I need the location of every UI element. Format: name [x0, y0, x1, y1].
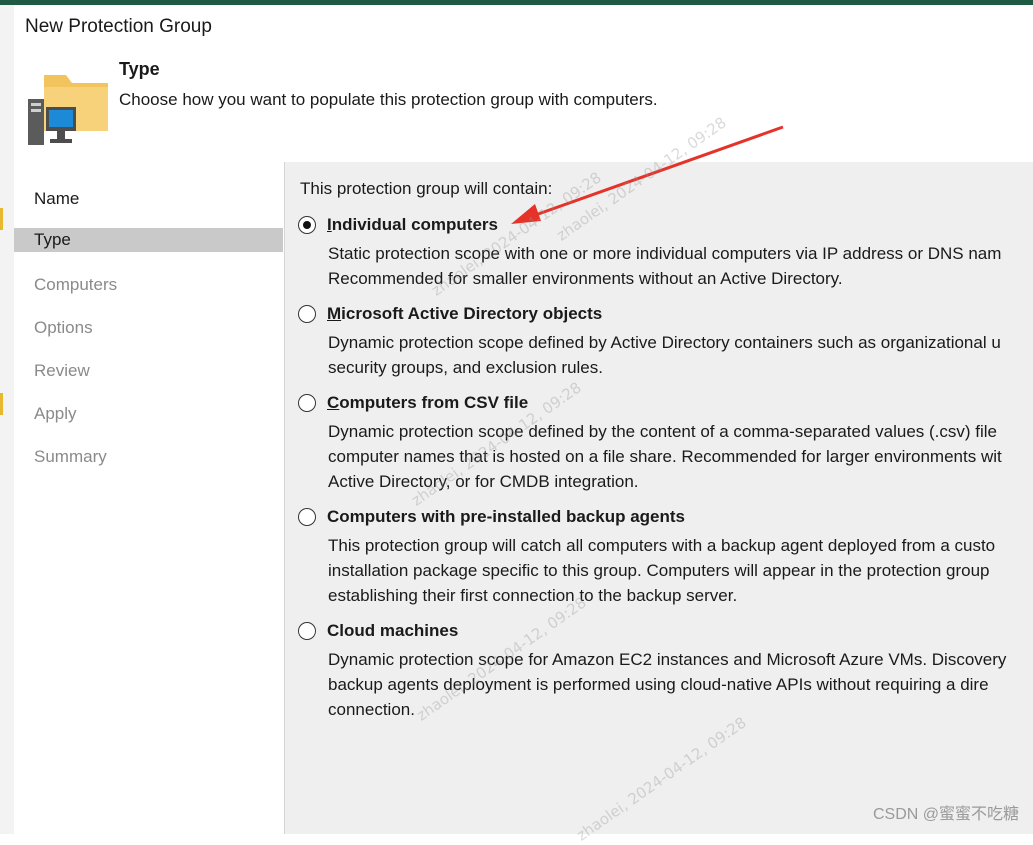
window-title: New Protection Group: [25, 16, 212, 37]
desc-line: security groups, and exclusion rules.: [328, 358, 603, 377]
radio-button[interactable]: [298, 508, 316, 526]
radio-button[interactable]: [298, 305, 316, 323]
nav-step-review: Review: [34, 361, 90, 380]
option-description: Dynamic protection scope for Amazon EC2 …: [328, 647, 1006, 722]
option-title[interactable]: Microsoft Active Directory objects: [327, 304, 602, 324]
option-description: This protection group will catch all com…: [328, 533, 995, 608]
new-protection-group-wizard: New Protection Group Type Choose how you…: [14, 5, 1033, 834]
desc-line: Active Directory, or for CMDB integratio…: [328, 472, 639, 491]
option-description: Dynamic protection scope defined by the …: [328, 419, 1002, 494]
computer-folder-icon: [28, 75, 108, 145]
option-description: Dynamic protection scope defined by Acti…: [328, 330, 1001, 380]
desc-line: computer names that is hosted on a file …: [328, 447, 1002, 466]
option-description: Static protection scope with one or more…: [328, 241, 1001, 291]
desc-line: installation package specific to this gr…: [328, 561, 990, 580]
nav-step-computers: Computers: [34, 275, 118, 294]
radio-button-selected[interactable]: [298, 216, 316, 234]
step-description: Choose how you want to populate this pro…: [119, 90, 658, 109]
desc-line: establishing their first connection to t…: [328, 586, 738, 605]
option-title[interactable]: Computers with pre-installed backup agen…: [327, 507, 685, 527]
step-heading: Type: [119, 59, 160, 79]
desc-line: Dynamic protection scope defined by the …: [328, 422, 998, 441]
radio-button[interactable]: [298, 394, 316, 412]
contain-label: This protection group will contain:: [300, 179, 553, 198]
background-window-strip: [0, 5, 15, 834]
desc-line: connection.: [328, 700, 415, 719]
desc-line: This protection group will catch all com…: [328, 536, 996, 555]
desc-line: Recommended for smaller environments wit…: [328, 269, 843, 288]
option-title[interactable]: Cloud machines: [327, 621, 458, 641]
strip-mark: [0, 208, 3, 230]
nav-step-apply: Apply: [34, 404, 77, 423]
desc-line: Static protection scope with one or more…: [328, 244, 1002, 263]
radio-dot: [302, 220, 311, 229]
nav-step-type[interactable]: Type: [14, 228, 283, 252]
option-title[interactable]: Individual computers: [327, 215, 498, 235]
desc-line: Dynamic protection scope for Amazon EC2 …: [328, 650, 1007, 669]
radio-button[interactable]: [298, 622, 316, 640]
option-title[interactable]: Computers from CSV file: [327, 393, 528, 413]
desc-line: Dynamic protection scope defined by Acti…: [328, 333, 1001, 352]
nav-step-summary: Summary: [34, 447, 107, 466]
wizard-steps-sidebar: Name Type Computers Options Review Apply…: [14, 162, 285, 834]
csdn-watermark: CSDN @蜜蜜不吃糖: [872, 806, 1019, 823]
strip-mark: [0, 393, 3, 415]
nav-step-options: Options: [34, 318, 93, 337]
step-content-panel: This protection group will contain: Indi…: [285, 162, 1033, 834]
desc-line: backup agents deployment is performed us…: [328, 675, 989, 694]
nav-step-name[interactable]: Name: [14, 187, 283, 211]
